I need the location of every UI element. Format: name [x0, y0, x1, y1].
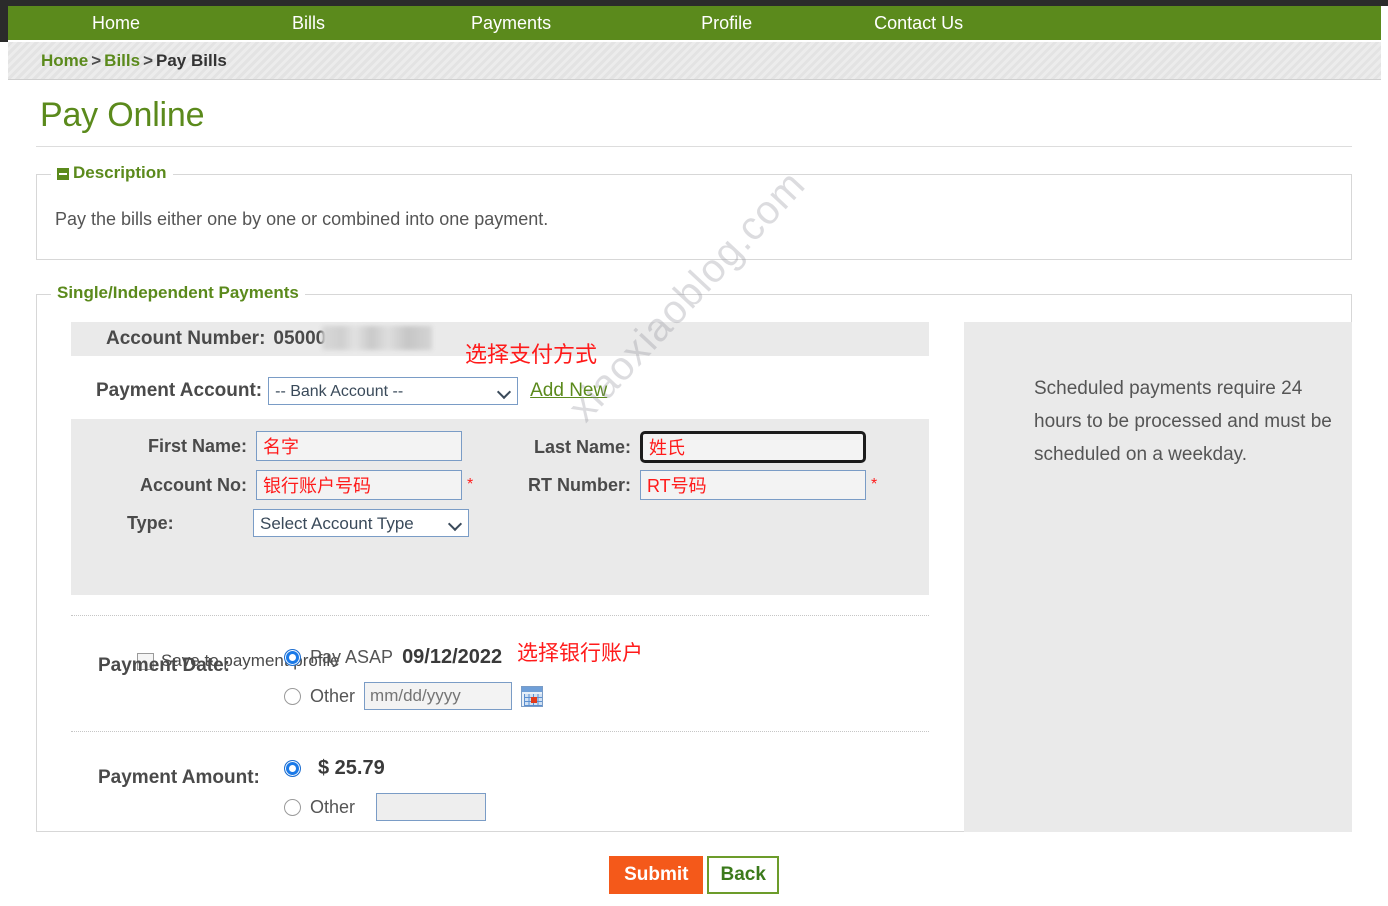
breadcrumb-separator-2: > — [143, 50, 154, 70]
nav-item-home[interactable]: Home — [92, 6, 140, 40]
page-title: Pay Online — [40, 96, 205, 134]
back-button[interactable]: Back — [707, 856, 779, 894]
payment-account-label: Payment Account: — [96, 380, 263, 401]
account-no-row: Account No: * — [127, 470, 473, 500]
breadcrumb-current: Pay Bills — [156, 50, 227, 70]
account-no-required-mark: * — [467, 476, 474, 493]
description-section: Description Pay the bills either one by … — [36, 163, 1352, 260]
annotation-select-bank-account: 选择银行账户 — [517, 642, 643, 665]
rt-number-input[interactable] — [640, 470, 866, 500]
bank-account-details-box: First Name: Last Name: Account No: * RT … — [71, 419, 929, 670]
payment-date-other-label: Other — [310, 685, 356, 706]
nav-item-payments[interactable]: Payments — [471, 6, 551, 40]
account-type-select-wrap[interactable]: Select Account Type — [247, 509, 469, 537]
collapse-minus-icon[interactable] — [57, 168, 69, 180]
page-root: Home Bills Payments Profile Contact Us H… — [0, 0, 1388, 906]
breadcrumb-home[interactable]: Home — [41, 51, 88, 70]
separator-above-payment-date — [71, 615, 929, 616]
main-navigation: Home Bills Payments Profile Contact Us — [8, 6, 1381, 40]
last-name-row: Last Name: — [517, 431, 866, 463]
account-number-redaction — [322, 326, 433, 350]
account-number-label: Account Number: — [106, 328, 266, 349]
payment-date-label: Payment Date: — [98, 655, 230, 676]
payment-date-other-input[interactable] — [364, 682, 513, 710]
payment-date-asap-label: Pay ASAP — [310, 647, 394, 667]
nav-item-bills[interactable]: Bills — [292, 6, 325, 40]
submit-button[interactable]: Submit — [609, 856, 704, 894]
payment-date-asap-row[interactable]: Pay ASAP 09/12/2022 — [284, 646, 502, 669]
last-name-label: Last Name: — [533, 436, 631, 457]
payment-date-asap-radio[interactable] — [284, 649, 301, 666]
single-independent-payments-section: Single/Independent Payments Account Numb… — [36, 283, 1352, 832]
first-name-label: First Name: — [147, 435, 247, 456]
payment-amount-other-row[interactable]: Other — [284, 793, 487, 821]
payment-amount-other-radio[interactable] — [284, 798, 301, 816]
payment-amount-other-label: Other — [310, 796, 356, 817]
payment-account-row: Payment Account: -- Bank Account -- Add … — [71, 371, 929, 411]
info-panel-text: Scheduled payments require 24 hours to b… — [1034, 378, 1332, 465]
payment-date-other-row[interactable]: Other — [284, 682, 544, 710]
title-divider — [36, 146, 1352, 147]
payment-account-select-wrap[interactable]: -- Bank Account -- — [262, 377, 519, 405]
rt-number-label: RT Number: — [528, 474, 631, 495]
description-text: Pay the bills either one by one or combi… — [55, 209, 549, 229]
payment-amount-label: Payment Amount: — [98, 767, 260, 788]
account-no-label: Account No: — [140, 474, 247, 495]
breadcrumb-separator-1: > — [91, 50, 102, 70]
rt-number-required-mark: * — [871, 476, 878, 493]
payments-legend: Single/Independent Payments — [51, 283, 305, 303]
calendar-today-marker — [531, 696, 538, 703]
payment-amount-default-radio[interactable] — [284, 760, 301, 777]
payment-date-asap-value: 09/12/2022 — [402, 646, 503, 668]
breadcrumb-bills[interactable]: Bills — [104, 51, 140, 70]
annotation-select-payment-method: 选择支付方式 — [465, 342, 598, 367]
breadcrumb-bar: Home > Bills > Pay Bills — [8, 42, 1381, 80]
rt-number-row: RT Number: * — [517, 470, 877, 500]
first-name-input[interactable] — [256, 431, 462, 461]
form-actions: Submit Back — [0, 856, 1388, 894]
payment-date-other-radio[interactable] — [284, 687, 301, 705]
account-type-row: Type: Select Account Type — [127, 509, 469, 537]
add-new-link[interactable]: Add New — [530, 380, 607, 402]
account-type-select[interactable]: Select Account Type — [253, 509, 469, 537]
breadcrumb: Home > Bills > Pay Bills — [41, 51, 227, 71]
payments-legend-label: Single/Independent Payments — [57, 283, 299, 302]
last-name-input[interactable] — [640, 431, 866, 463]
account-type-label: Type: — [127, 512, 174, 533]
account-no-input[interactable] — [256, 470, 462, 500]
nav-item-profile[interactable]: Profile — [701, 6, 752, 40]
description-legend[interactable]: Description — [51, 163, 173, 183]
description-legend-label: Description — [73, 163, 167, 182]
nav-item-contact-us[interactable]: Contact Us — [874, 6, 963, 40]
payment-account-select[interactable]: -- Bank Account -- — [268, 377, 519, 405]
separator-above-payment-amount — [71, 731, 929, 732]
payment-amount-default-row[interactable]: $ 25.79 — [284, 757, 385, 780]
account-number-value: 05000 — [273, 328, 327, 349]
calendar-icon[interactable] — [521, 685, 544, 707]
left-border-strip — [0, 0, 8, 42]
payment-amount-other-input[interactable] — [376, 793, 487, 821]
payment-amount-default-value: $ 25.79 — [318, 757, 385, 779]
info-panel: Scheduled payments require 24 hours to b… — [964, 322, 1352, 832]
first-name-row: First Name: — [127, 431, 462, 461]
